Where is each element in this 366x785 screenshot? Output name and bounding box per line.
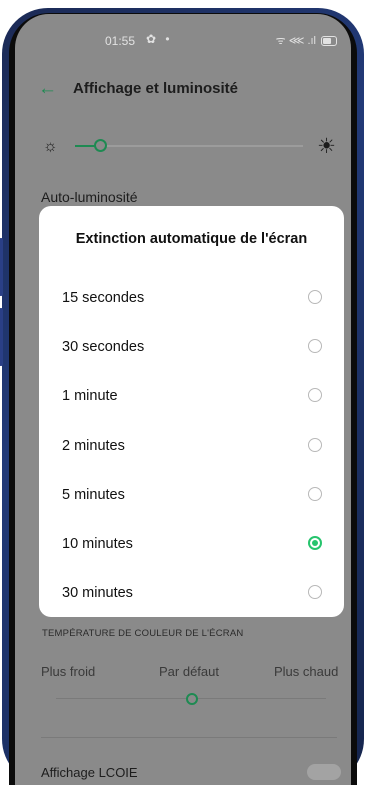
next-setting-label: Affichage LCOIE bbox=[41, 765, 138, 780]
option-label: 30 secondes bbox=[62, 339, 145, 355]
volume-button bbox=[0, 238, 3, 296]
color-temperature-slider-thumb[interactable] bbox=[186, 693, 198, 705]
radio-icon[interactable] bbox=[308, 487, 322, 501]
status-time: 01:55 bbox=[105, 34, 136, 48]
dialog-title: Extinction automatique de l'écran bbox=[75, 231, 308, 247]
wifi-signal-icon: ᯤ ⋘ .ıl bbox=[275, 35, 316, 47]
option-15-seconds[interactable]: 15 secondes bbox=[39, 275, 344, 324]
radio-selected-icon[interactable] bbox=[308, 536, 322, 550]
radio-icon[interactable] bbox=[308, 339, 322, 353]
option-30-seconds[interactable]: 30 secondes bbox=[39, 324, 344, 373]
radio-icon[interactable] bbox=[308, 438, 322, 452]
back-arrow-icon[interactable]: ← bbox=[38, 78, 57, 100]
temp-cold-label: Plus froid bbox=[41, 664, 96, 679]
brightness-low-icon: ☼ bbox=[43, 138, 58, 155]
color-temperature-header: TEMPÉRATURE DE COULEUR DE L'ÉCRAN bbox=[42, 628, 244, 639]
brightness-high-icon: ☀ bbox=[317, 135, 336, 158]
option-2-minutes[interactable]: 2 minutes bbox=[39, 423, 344, 472]
status-icons: ᯤ ⋘ .ıl bbox=[276, 33, 337, 48]
option-10-minutes[interactable]: 10 minutes bbox=[39, 521, 344, 570]
radio-icon[interactable] bbox=[308, 585, 322, 599]
status-bar: 01:55 ✿ • ᯤ ⋘ .ıl bbox=[15, 14, 351, 64]
option-label: 1 minute bbox=[62, 388, 118, 404]
temp-default-label: Par défaut bbox=[159, 664, 219, 679]
option-label: 2 minutes bbox=[62, 438, 125, 454]
option-label: 5 minutes bbox=[62, 487, 125, 503]
brightness-slider-thumb[interactable] bbox=[94, 139, 107, 152]
option-30-minutes[interactable]: 30 minutes bbox=[39, 570, 344, 619]
option-1-minute[interactable]: 1 minute bbox=[39, 373, 344, 422]
option-5-minutes[interactable]: 5 minutes bbox=[39, 472, 344, 521]
auto-brightness-label: Auto-luminosité bbox=[41, 189, 138, 205]
radio-icon[interactable] bbox=[308, 388, 322, 402]
next-setting-toggle[interactable] bbox=[307, 764, 341, 780]
power-button bbox=[0, 308, 3, 366]
temp-warm-label: Plus chaud bbox=[274, 664, 339, 679]
screen: 01:55 ✿ • ᯤ ⋘ .ıl ← Affichage et luminos… bbox=[15, 14, 351, 785]
option-label: 30 minutes bbox=[62, 585, 133, 601]
brightness-slider-track[interactable] bbox=[75, 145, 303, 147]
battery-icon bbox=[321, 35, 337, 46]
screen-timeout-dialog: Extinction automatique de l'écran 15 sec… bbox=[39, 206, 344, 617]
option-label: 15 secondes bbox=[62, 290, 145, 306]
notification-icons: ✿ • bbox=[146, 32, 173, 46]
option-label: 10 minutes bbox=[62, 536, 133, 552]
divider bbox=[41, 737, 337, 738]
page-title: Affichage et luminosité bbox=[73, 80, 239, 97]
radio-icon[interactable] bbox=[308, 290, 322, 304]
